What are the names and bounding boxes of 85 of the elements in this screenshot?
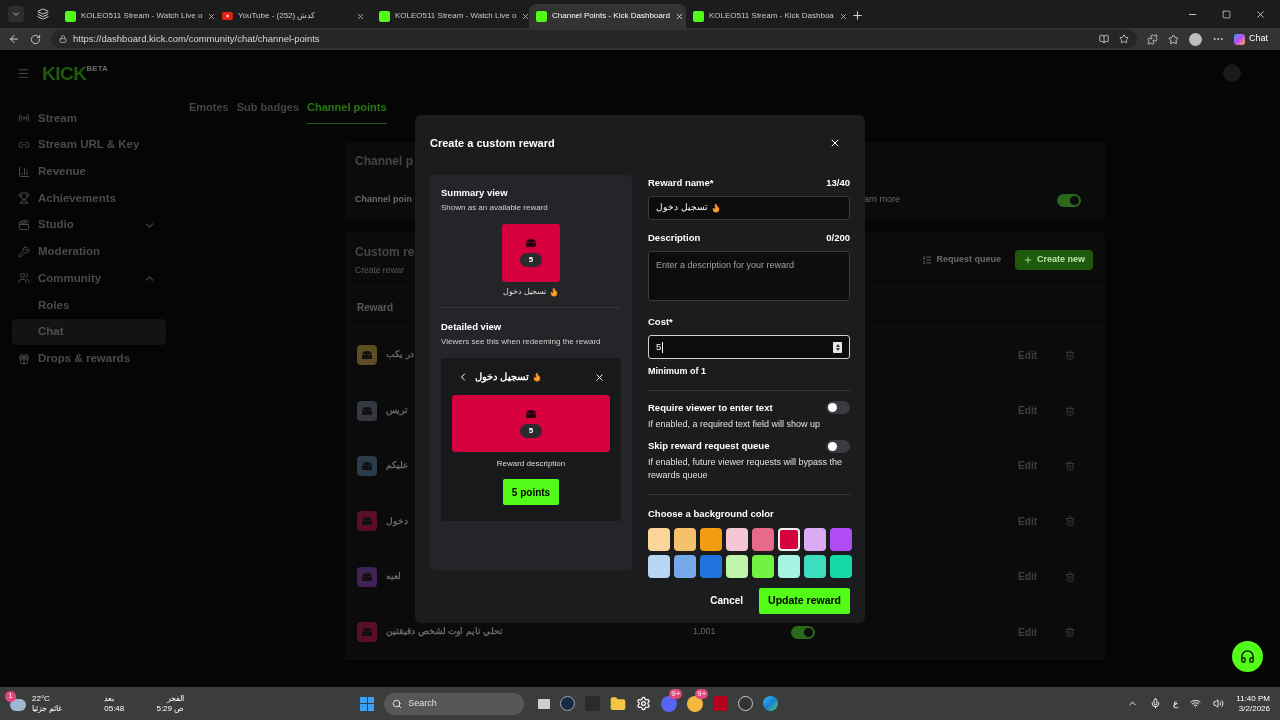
cost-badge: 5: [519, 424, 543, 439]
char-counter: 13/40: [826, 175, 850, 190]
prayer-time: 5:29 ص: [156, 703, 185, 714]
sidebar-item[interactable]: Studio: [12, 211, 166, 239]
field-label: Cost*: [648, 315, 674, 329]
section-subtitle: Shown as an available reward: [441, 201, 549, 214]
toggle-help: If enabled, future viewer requests will bypass the rewards queue: [648, 456, 844, 483]
card-title: Channel p: [355, 152, 413, 170]
logo[interactable]: KICK: [42, 63, 87, 83]
address-field[interactable]: https://dashboard.kick.com/community/chat/channel-points: [51, 30, 1137, 48]
sidebar-item[interactable]: Community: [12, 265, 166, 292]
clock-time[interactable]: 11:40 PM: [1236, 693, 1270, 704]
sidebar-item[interactable]: Achievements: [12, 185, 166, 212]
reward-name: در يكب: [386, 348, 414, 362]
browser-tab[interactable]: KOLEO511 Stream - Watch Live o: [372, 4, 529, 28]
create-new-button[interactable]: Create new: [1014, 249, 1093, 270]
section-title: Detailed view: [441, 319, 503, 334]
field-hint: Minimum of 1: [648, 365, 707, 379]
sidebar-item[interactable]: Chat: [12, 318, 166, 346]
reward-name: تسجيل دخول: [656, 201, 708, 214]
tab-title: YouTube - كدش (252): [238, 10, 317, 22]
description-field[interactable]: Enter a description for your reward: [648, 251, 850, 301]
card-title: Custom re: [355, 243, 415, 261]
reward-name: تسجيل دخول: [475, 370, 529, 385]
cost-value: 5: [656, 340, 662, 355]
copilot-button[interactable]: Chat: [1234, 32, 1272, 46]
browser-tab[interactable]: KOLEO511 Stream - Watch Live o: [58, 4, 215, 28]
browser-tab[interactable]: YouTube - كدش (252): [215, 4, 372, 28]
update-reward-button[interactable]: Update reward: [759, 587, 850, 614]
page-tab[interactable]: Sub badges: [236, 98, 300, 124]
reward-name: تريس: [386, 403, 408, 418]
toggle-label: Skip reward request queue: [648, 439, 770, 453]
sidebar-item[interactable]: Moderation: [12, 238, 166, 266]
reward-name: تحلي تايم اوت لشخص دقيقتين: [386, 625, 503, 639]
sidebar-item[interactable]: Drops & rewards: [12, 345, 166, 372]
sidebar-item[interactable]: Stream URL & Key: [12, 131, 166, 159]
toggle-help: If enabled, a required text field will show up: [648, 418, 822, 431]
browser-tab[interactable]: Channel Points - Kick Dashboard: [529, 4, 686, 28]
prayer-time: 05:48: [104, 703, 125, 714]
tab-title: Channel Points - Kick Dashboard: [552, 10, 670, 22]
notification-badge: 9+: [695, 688, 709, 699]
notification-badge: 1: [5, 690, 16, 702]
browser-tab[interactable]: KOLEO511 Stream - Kick Dashboa: [686, 4, 843, 28]
section-title: Summary view: [441, 185, 509, 200]
temperature-text: 22°C: [32, 693, 51, 704]
cancel-button[interactable]: Cancel: [704, 587, 750, 614]
sidebar-item[interactable]: Stream: [12, 105, 166, 132]
sidebar-item[interactable]: Roles: [12, 291, 166, 319]
language-indicator[interactable]: ع: [1173, 696, 1179, 711]
reward-description: Reward description: [496, 458, 566, 471]
char-counter: 0/200: [826, 230, 850, 245]
section-subtitle: Viewers see this when redeeming the reward: [441, 336, 602, 348]
notification-badge: 9+: [669, 688, 683, 699]
cost-field[interactable]: 5: [648, 335, 850, 360]
column-header: Reward: [357, 301, 394, 315]
reward-name: دخول: [386, 514, 408, 529]
request-queue-button[interactable]: Request queue: [922, 252, 1001, 267]
beta-label: BETA: [86, 63, 108, 73]
reward-name: عليكم: [386, 459, 408, 473]
taskbar-search-field[interactable]: Search: [384, 692, 525, 715]
learn-more-link[interactable]: arn more: [864, 193, 900, 207]
prayer-label: بعد: [104, 693, 115, 704]
redeem-button[interactable]: 5 points: [502, 479, 560, 506]
tab-title: KOLEO511 Stream - Kick Dashboa: [709, 10, 834, 22]
reward-name: لعبه: [386, 570, 401, 583]
cost-badge: 5: [519, 253, 543, 268]
tab-title: KOLEO511 Stream - Watch Live o: [81, 10, 203, 22]
tab-title: KOLEO511 Stream - Watch Live o: [395, 10, 517, 22]
card-subtitle: Create rewar: [355, 263, 406, 277]
reward-cost: 1,001: [693, 625, 716, 639]
setting-label: Channel poin: [355, 193, 412, 207]
page-tab[interactable]: Emotes: [189, 98, 229, 124]
dialog-title: Create a custom reward: [430, 136, 555, 151]
weather-text: غائم جزئيا: [32, 703, 63, 714]
reward-name: تسجيل دخول: [502, 285, 547, 298]
clock-date[interactable]: 3/2/2026: [1238, 703, 1270, 714]
field-label: Choose a background color: [648, 507, 775, 522]
sidebar-item[interactable]: Revenue: [12, 158, 166, 186]
page-tab[interactable]: Channel points: [307, 98, 387, 124]
toggle-label: Require viewer to enter text: [648, 400, 773, 415]
field-label: Reward name*: [648, 175, 714, 190]
reward-name-field[interactable]: تسجيل دخول: [648, 195, 850, 220]
field-label: Description: [648, 230, 701, 245]
url-text: https://dashboard.kick.com/community/chat/channel-points: [73, 31, 320, 46]
prayer-label: الفجر: [167, 693, 185, 704]
